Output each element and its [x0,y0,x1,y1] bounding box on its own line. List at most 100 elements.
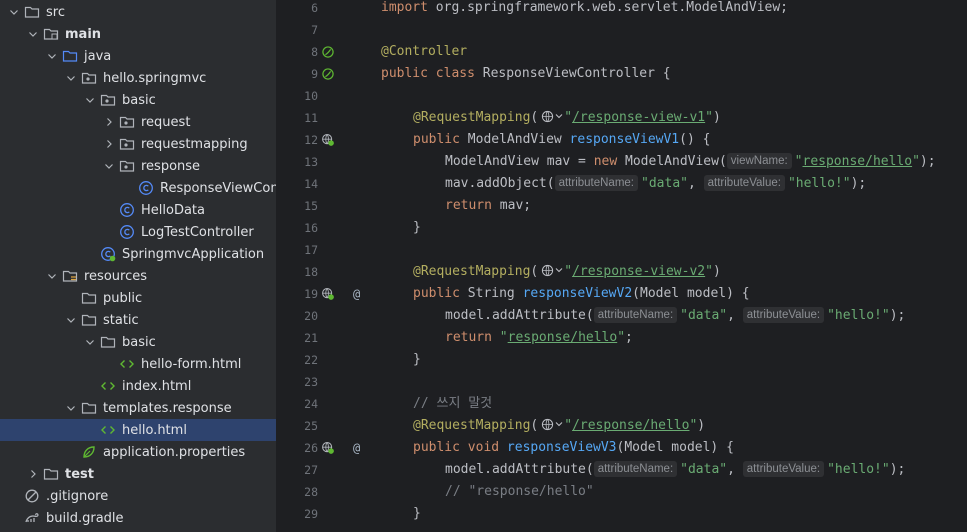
tree-item[interactable]: hello-form.html [0,353,276,375]
chevron-right-icon[interactable] [103,116,115,128]
chevron-down-icon[interactable] [84,94,96,106]
chevron-down-icon[interactable] [65,72,77,84]
globe-icon[interactable] [541,264,554,277]
tree-item[interactable]: java [0,45,276,67]
tree-item[interactable]: build.gradle [0,507,276,529]
code-line[interactable]: // 쓰지 말것 [413,393,492,415]
code-token: ) [697,418,706,433]
code-line[interactable]: public void responseViewV3(Model model) … [413,437,734,459]
request-mapping-icon[interactable] [321,133,335,147]
code-token: ModelAndView [467,132,570,147]
request-mapping-icon[interactable] [321,441,335,455]
code-line[interactable]: mav.addObject(attributeName: "data", attr… [445,173,866,195]
spring-bean-icon[interactable] [321,45,335,59]
chevron-down-icon[interactable] [46,270,58,282]
tree-item[interactable]: HelloData [0,199,276,221]
tree-item[interactable]: response [0,155,276,177]
code-line[interactable]: public String responseViewV2(Model model… [413,283,750,305]
code-token: import [381,0,436,15]
chevron-right-icon[interactable] [103,138,115,150]
chevron-down-icon[interactable] [65,314,77,326]
class-icon [119,224,135,240]
chevron-right-icon[interactable] [27,468,39,480]
code-line[interactable]: model.addAttribute(attributeName: "data",… [445,459,905,481]
chevron-down-icon[interactable] [8,6,20,18]
tree-item[interactable]: main [0,23,276,45]
chevron-down-icon[interactable] [65,402,77,414]
tree-item[interactable]: .gitignore [0,485,276,507]
code-token: model.addAttribute( [445,462,594,477]
spring-bean-icon[interactable] [321,67,335,81]
project-tree-panel[interactable]: src main java hello.springmvc basic request re… [0,0,276,532]
tree-item[interactable]: LogTestController [0,221,276,243]
code-token: " [564,264,573,279]
tree-item[interactable]: test [0,463,276,485]
tree-item[interactable]: SpringmvcApplication [0,243,276,265]
at-icon[interactable]: @ [353,437,360,459]
code-token: "hello!" [787,176,851,191]
chevron-down-icon[interactable] [555,420,563,428]
chevron-down-icon[interactable] [46,50,58,62]
tree-item[interactable]: requestmapping [0,133,276,155]
code-line[interactable]: return mav; [445,195,531,217]
tree-item[interactable]: static [0,309,276,331]
tree-item[interactable]: request [0,111,276,133]
globe-icon[interactable] [541,418,554,431]
code-line[interactable]: public ModelAndView responseViewV1() { [413,129,710,151]
code-line[interactable]: return "response/hello"; [445,327,633,349]
tree-item[interactable]: ResponseViewContr [0,177,276,199]
package-icon [119,114,135,130]
code-token: // "response/hello" [445,484,594,499]
code-line[interactable]: @RequestMapping("/response-view-v2") [413,261,721,283]
code-token: , [687,176,704,191]
code-line[interactable]: @RequestMapping("/response-view-v1") [413,107,721,129]
class-icon [119,202,135,218]
tree-item[interactable]: hello.springmvc [0,67,276,89]
tree-item[interactable]: public [0,287,276,309]
chevron-down-icon[interactable] [555,266,563,274]
code-token: responseViewV2 [522,286,633,301]
tree-item[interactable]: resources [0,265,276,287]
parameter-hint: attributeName: [554,175,639,191]
tree-item[interactable]: application.properties [0,441,276,463]
chevron-down-icon[interactable] [555,112,563,120]
code-line[interactable]: model.addAttribute(attributeName: "data",… [445,305,905,327]
chevron-down-icon[interactable] [27,28,39,40]
code-line[interactable]: } [413,349,421,371]
code-line[interactable]: import org.springframework.web.servlet.M… [381,0,788,19]
chevron-down-icon[interactable] [103,160,115,172]
java-source-folder-icon [62,48,78,64]
tree-item-label: SpringmvcApplication [122,246,265,262]
tree-item[interactable]: src [0,1,276,23]
folder-icon [43,466,59,482]
tree-item[interactable]: hello.html [0,419,276,441]
source-folder-icon [43,26,59,42]
code-line[interactable]: } [413,217,421,239]
code-line[interactable]: public class ResponseViewController { [381,63,671,85]
folder-icon [24,4,40,20]
line-number: 25 [304,419,318,433]
code-token: return [445,330,500,345]
code-line[interactable]: ModelAndView mav = new ModelAndView(view… [445,151,936,173]
tree-item[interactable]: basic [0,89,276,111]
package-icon [119,158,135,174]
at-icon[interactable]: @ [353,283,360,305]
tree-item[interactable]: basic [0,331,276,353]
chevron-down-icon[interactable] [84,336,96,348]
globe-icon[interactable] [541,110,554,123]
request-mapping-icon[interactable] [321,287,335,301]
code-token: " [564,110,573,125]
tree-item[interactable]: templates.response [0,397,276,419]
code-line[interactable]: @Controller [381,41,467,63]
code-token: ModelAndView( [625,154,727,169]
package-icon [81,70,97,86]
tree-item[interactable]: index.html [0,375,276,397]
code-line[interactable]: @RequestMapping("/response/hello") [413,415,705,437]
code-line[interactable]: } [413,503,421,525]
code-line[interactable]: // "response/hello" [445,481,594,503]
code-token: ( [530,110,539,125]
panel-divider[interactable] [276,0,284,532]
